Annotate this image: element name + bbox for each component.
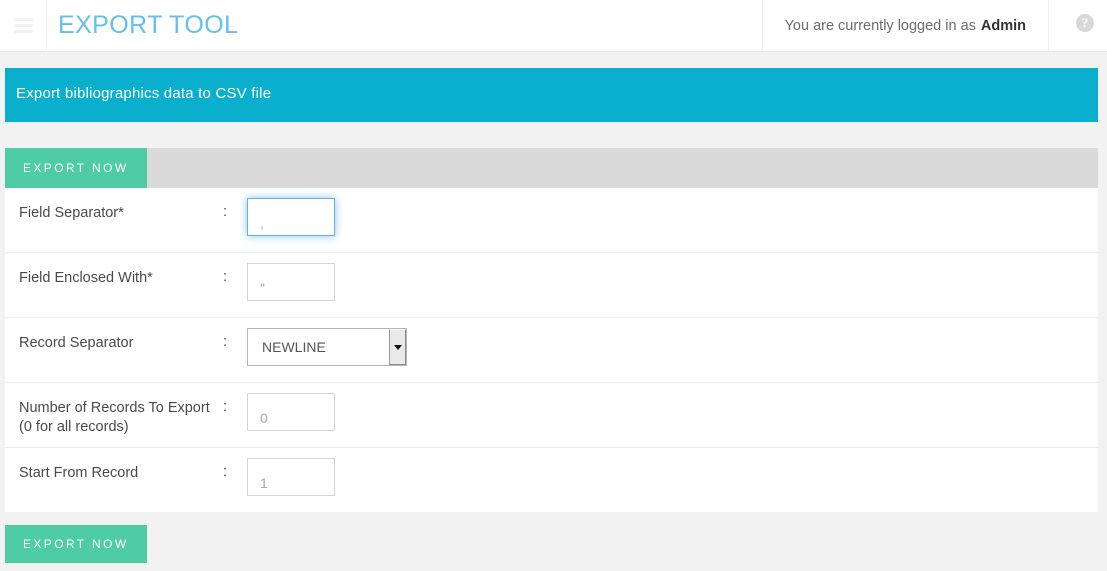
colon-separator: :	[223, 204, 228, 220]
hamburger-menu-icon	[14, 30, 33, 33]
hamburger-menu-icon	[14, 24, 33, 27]
field-wrapper-field-separator	[247, 188, 1098, 236]
colon-separator: :	[223, 399, 228, 415]
help-button[interactable]: ?	[1076, 14, 1100, 38]
record-separator-select-wrapper: NEWLINE	[247, 328, 407, 366]
form-toolbar: EXPORT NOW	[5, 148, 1098, 188]
form-row-field-separator: Field Separator* :	[5, 188, 1098, 253]
label-field-separator: Field Separator*	[19, 205, 124, 221]
page-banner: Export bibliographics data to CSV file	[5, 68, 1098, 122]
form-row-start-from-record: Start From Record :	[5, 448, 1098, 512]
colon-separator: :	[223, 464, 228, 480]
help-icon: ?	[1076, 14, 1094, 32]
app-title: EXPORT TOOL	[58, 11, 239, 39]
logged-in-username: Admin	[980, 17, 1026, 34]
logged-in-text: You are currently logged in as	[784, 17, 976, 34]
label-record-separator: Record Separator	[19, 335, 134, 351]
colon-separator: :	[223, 334, 228, 350]
hamburger-menu-icon	[14, 18, 33, 21]
colon-separator: :	[223, 269, 228, 285]
form-row-record-separator: Record Separator : NEWLINE	[5, 318, 1098, 383]
form-row-field-enclosed-with: Field Enclosed With* :	[5, 253, 1098, 318]
record-separator-select[interactable]: NEWLINE	[247, 328, 407, 366]
field-wrapper-number-of-records	[247, 383, 1098, 431]
label-start-from-record: Start From Record	[19, 465, 139, 481]
start-from-record-input[interactable]	[247, 458, 335, 496]
field-wrapper-field-enclosed-with	[247, 253, 1098, 301]
export-now-button-top[interactable]: EXPORT NOW	[5, 148, 147, 188]
top-header-bar: EXPORT TOOL You are currently logged in …	[0, 0, 1107, 52]
field-wrapper-record-separator: NEWLINE	[247, 318, 1098, 366]
export-form-body: Field Separator* : Field Enclosed With* …	[5, 188, 1098, 512]
number-of-records-input[interactable]	[247, 393, 335, 431]
field-enclosed-with-input[interactable]	[247, 263, 335, 301]
export-now-button-bottom[interactable]: EXPORT NOW	[5, 525, 147, 563]
field-separator-input[interactable]	[247, 198, 335, 236]
page-title: Export bibliographics data to CSV file	[16, 85, 272, 102]
label-number-of-records: Number of Records To Export (0 for all r…	[19, 400, 210, 435]
field-wrapper-start-from-record	[247, 448, 1098, 496]
logged-in-status: You are currently logged in as Admin	[761, 0, 1049, 51]
footer-action-area: EXPORT NOW	[5, 525, 1098, 563]
hamburger-menu-button[interactable]	[0, 0, 47, 51]
label-field-enclosed-with: Field Enclosed With*	[19, 270, 153, 286]
form-row-number-of-records: Number of Records To Export (0 for all r…	[5, 383, 1098, 448]
export-form-card: EXPORT NOW Field Separator* : Field Encl…	[5, 148, 1098, 512]
